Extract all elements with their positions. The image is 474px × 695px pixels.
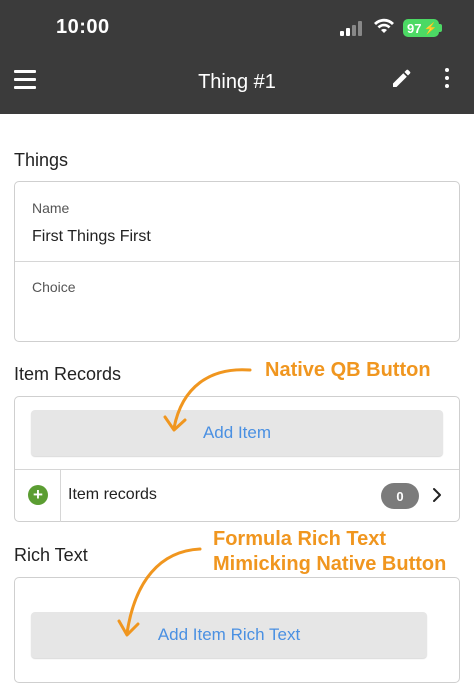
plus-circle-icon[interactable]: +	[28, 485, 48, 505]
battery-icon: 97 ⚡	[403, 19, 439, 37]
battery-level: 97	[407, 20, 422, 36]
section-label-rich-text: Rich Text	[14, 545, 88, 565]
annotation-arrow-1	[163, 368, 252, 432]
add-item-rich-text-button[interactable]: Add Item Rich Text	[31, 612, 427, 658]
annotation-arrow-2	[117, 547, 202, 637]
row-separator	[60, 470, 61, 522]
name-field-label: Name	[32, 200, 70, 216]
things-card: Name First Things First Choice	[14, 181, 460, 342]
section-label-things: Things	[14, 150, 69, 170]
name-field-value[interactable]: First Things First	[32, 228, 151, 246]
pencil-icon[interactable]	[390, 68, 412, 90]
field-divider	[15, 261, 459, 262]
kebab-icon[interactable]	[443, 68, 451, 92]
section-label-item-records: Item Records	[14, 364, 122, 384]
rich-text-card: Add Item Rich Text	[14, 577, 460, 683]
wifi-icon	[374, 18, 394, 33]
signal-icon	[340, 21, 362, 36]
records-count-badge: 0	[381, 483, 419, 509]
chevron-right-icon[interactable]	[432, 487, 442, 503]
annotation-native-button: Native QB Button	[265, 359, 431, 381]
status-time: 10:00	[56, 16, 110, 38]
choice-field-label: Choice	[32, 279, 76, 295]
annotation-rich-text-line2: Mimicking Native Button	[213, 553, 447, 575]
app-header: 10:00 97 ⚡ Thing #1	[0, 0, 474, 114]
item-records-label: Item records	[68, 486, 157, 503]
battery-cap	[439, 24, 442, 32]
item-records-row[interactable]: + Item records 0	[15, 470, 459, 522]
annotation-rich-text-line1: Formula Rich Text	[213, 528, 386, 550]
